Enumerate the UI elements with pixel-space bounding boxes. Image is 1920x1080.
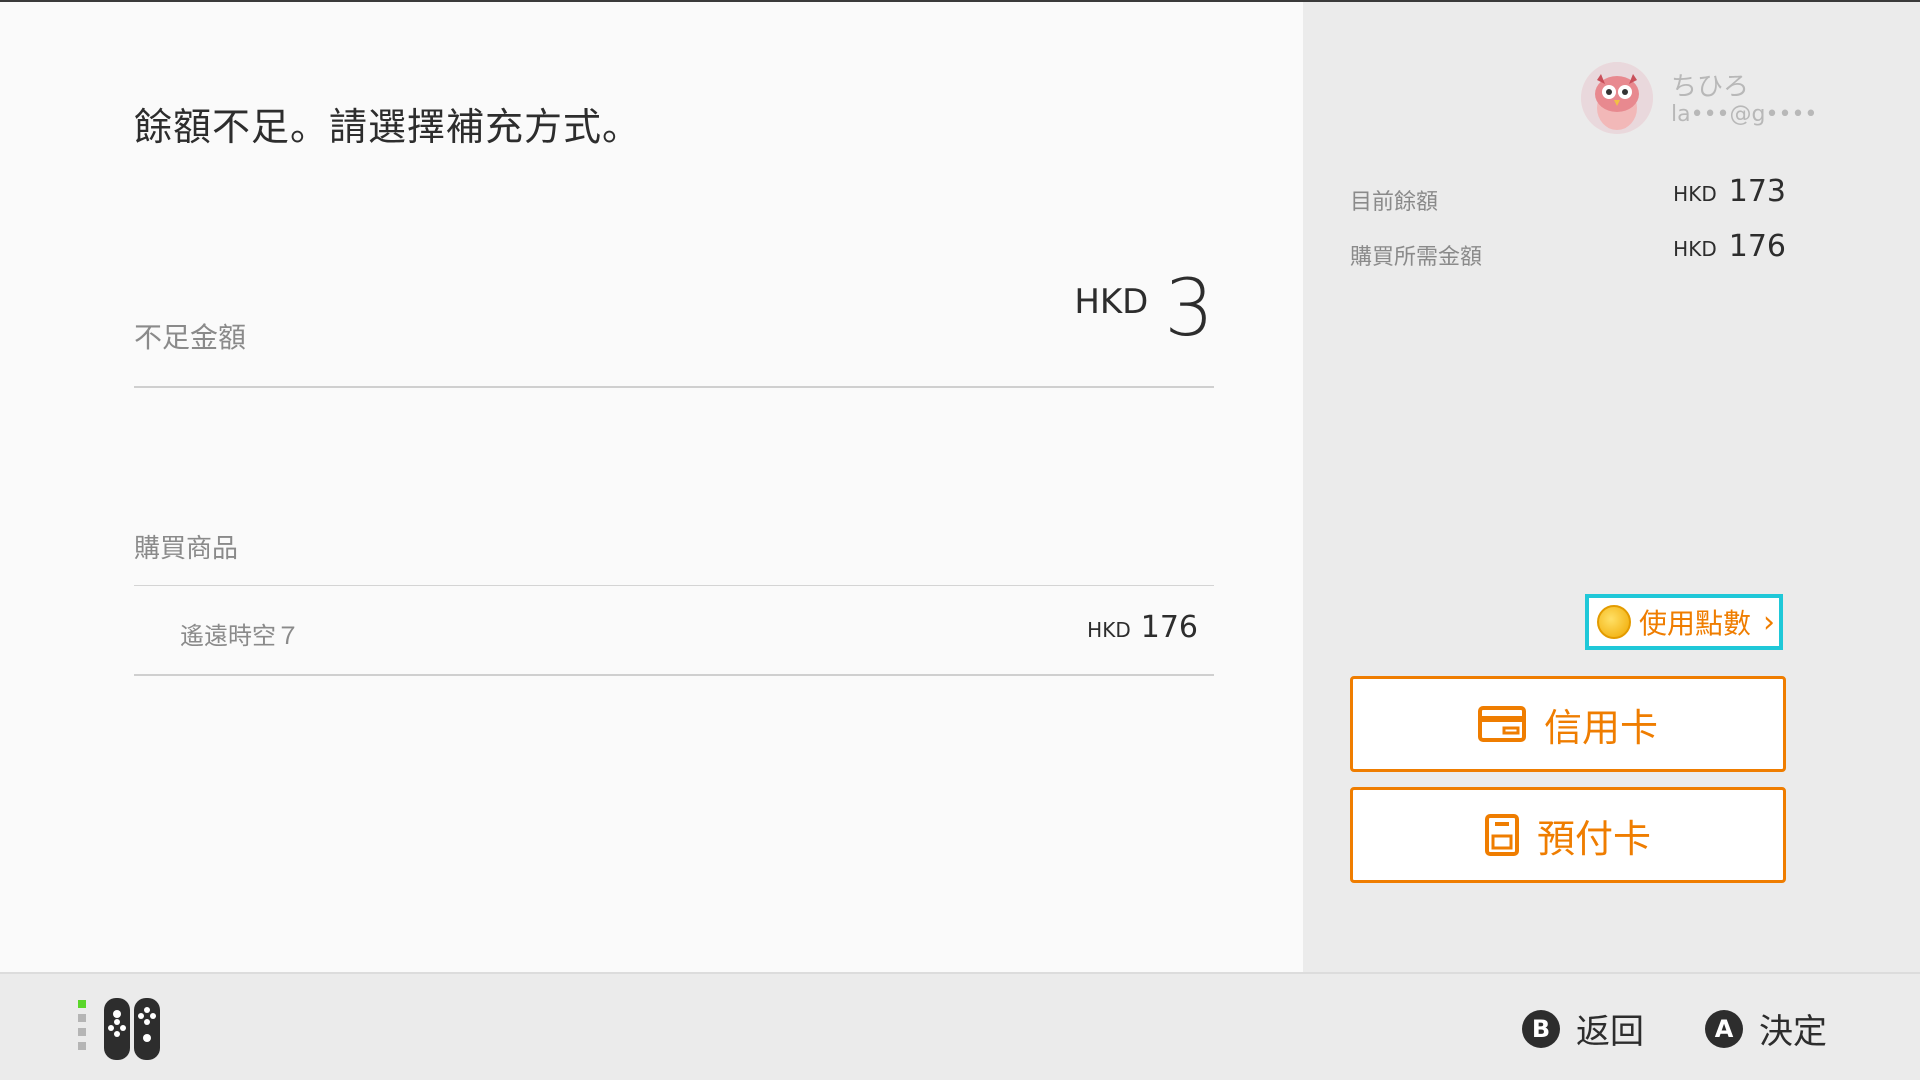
required-amount: HKD 176 [1673, 229, 1786, 264]
joycon-icon [78, 998, 160, 1060]
required-amount-row: 購買所需金額 HKD 176 [1350, 229, 1786, 270]
current-balance-currency: HKD [1673, 182, 1717, 206]
account-name: ちひろ [1671, 72, 1750, 102]
use-points-label: 使用點數 [1639, 607, 1752, 640]
credit-card-label: 信用卡 [1543, 705, 1658, 750]
page-title: 餘額不足。請選擇補充方式。 [134, 105, 642, 149]
current-balance-row: 目前餘額 HKD 173 [1350, 174, 1786, 215]
purchase-items-label: 購買商品 [134, 534, 239, 564]
prepaid-card-label: 預付卡 [1536, 816, 1651, 861]
current-balance-value: 173 [1728, 174, 1786, 209]
back-hint[interactable]: B 返回 [1522, 1004, 1644, 1053]
shortfall-value: 3 [1164, 264, 1214, 354]
avatar [1581, 62, 1653, 134]
item-currency: HKD [1087, 618, 1131, 642]
b-button-icon: B [1522, 1009, 1560, 1048]
coin-icon [1597, 605, 1631, 639]
item-value: 176 [1140, 610, 1198, 645]
required-amount-value: 176 [1728, 229, 1786, 264]
item-name: 遙遠時空７ [180, 622, 300, 650]
current-balance-label: 目前餘額 [1350, 190, 1439, 215]
chevron-right-icon: › [1763, 604, 1776, 640]
owl-avatar-icon [1581, 62, 1653, 134]
account-email: la•••@g•••• [1671, 102, 1818, 127]
confirm-hint[interactable]: A 決定 [1705, 1004, 1827, 1053]
required-amount-currency: HKD [1673, 237, 1717, 261]
item-price: HKD 176 [1087, 610, 1198, 645]
current-balance-amount: HKD 173 [1673, 174, 1786, 209]
confirm-label: 決定 [1759, 1012, 1827, 1052]
shortfall-amount: HKD 3 [1074, 270, 1214, 348]
list-item: 遙遠時空７ HKD 176 [134, 586, 1214, 674]
divider [134, 674, 1214, 676]
a-button-icon: A [1705, 1009, 1743, 1048]
main-panel: 餘額不足。請選擇補充方式。 不足金額 HKD 3 購買商品 遙遠時空７ HKD … [0, 2, 1303, 972]
divider [134, 386, 1214, 388]
footer-bar: B 返回 A 決定 [0, 972, 1920, 1080]
use-points-button[interactable]: 使用點數 › [1585, 594, 1783, 650]
shortfall-currency: HKD [1074, 282, 1149, 322]
credit-card-button[interactable]: 信用卡 [1350, 676, 1786, 772]
shortfall-label: 不足金額 [134, 321, 247, 354]
credit-card-icon [1477, 706, 1526, 742]
side-panel: ちひろ la•••@g•••• 目前餘額 HKD 173 購買所需金額 HKD … [1303, 2, 1920, 972]
prepaid-card-icon [1484, 814, 1519, 856]
required-amount-label: 購買所需金額 [1350, 245, 1483, 270]
back-label: 返回 [1576, 1012, 1644, 1052]
prepaid-card-button[interactable]: 預付卡 [1350, 787, 1786, 883]
